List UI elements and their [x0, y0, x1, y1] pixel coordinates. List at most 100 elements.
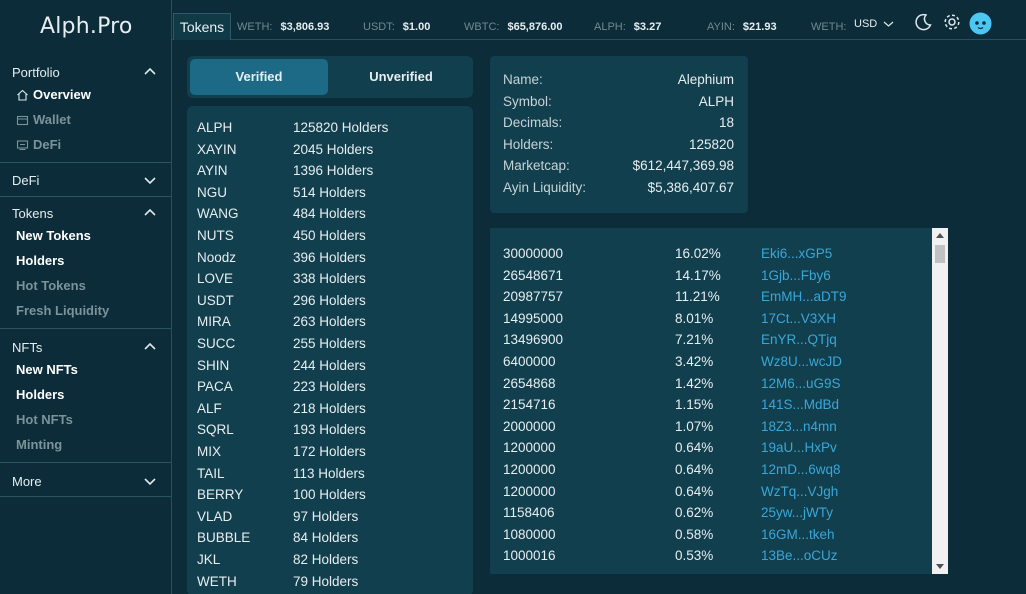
chevron-down-icon — [144, 478, 156, 486]
sidebar-item-hot-tokens[interactable]: Hot Tokens — [0, 273, 171, 298]
token-symbol: SHIN — [197, 357, 230, 373]
holder-address-link[interactable]: 141S...MdBd — [761, 397, 839, 412]
info-key: Marketcap: — [503, 158, 570, 174]
sidebar-item-minting[interactable]: Minting — [0, 432, 171, 457]
token-row[interactable]: MIX 172 Holders — [197, 444, 366, 465]
avatar[interactable] — [969, 12, 992, 35]
sidebar-item-new-tokens[interactable]: New Tokens — [0, 223, 171, 248]
sidebar-item-token-holders[interactable]: Holders — [0, 248, 171, 273]
sidebar: Alph.Pro Portfolio Overview Wallet DeFi … — [0, 0, 172, 594]
token-holders: 2045 Holders — [293, 141, 374, 157]
holder-address-link[interactable]: 16GM...tkeh — [761, 527, 835, 542]
token-row[interactable]: NGU 514 Holders — [197, 185, 366, 206]
ticker-price: $1.00 — [402, 21, 431, 33]
holder-percent: 14.17% — [675, 267, 721, 283]
info-key: Symbol: — [503, 93, 552, 109]
token-row[interactable]: PACA 223 Holders — [197, 379, 366, 400]
holder-address-link[interactable]: Wz8U...wcJD — [761, 354, 842, 369]
info-key: Decimals: — [503, 115, 563, 131]
sidebar-item-defi[interactable]: DeFi — [0, 132, 171, 157]
sidebar-more-header[interactable]: More — [0, 471, 171, 491]
holder-address-link[interactable]: 17Ct...V3XH — [761, 311, 836, 326]
unverified-button[interactable]: Unverified — [332, 59, 470, 95]
info-row-decimals: Decimals: 18 — [503, 115, 734, 135]
holder-address-link[interactable]: 1Gjb...Fby6 — [761, 268, 831, 283]
token-holders: 218 Holders — [293, 400, 366, 416]
token-row[interactable]: SHIN 244 Holders — [197, 358, 366, 379]
token-row[interactable]: USDT 296 Holders — [197, 293, 366, 314]
scroll-up-arrow-icon[interactable] — [936, 233, 944, 238]
sidebar-item-wallet[interactable]: Wallet — [0, 107, 171, 132]
sidebar-item-new-nfts[interactable]: New NFTs — [0, 357, 171, 382]
token-row[interactable]: LOVE 338 Holders — [197, 271, 366, 292]
holder-amount: 2000000 — [503, 418, 556, 434]
token-row[interactable]: MIRA 263 Holders — [197, 314, 366, 335]
holder-address-link[interactable]: WzTq...VJgh — [761, 484, 838, 499]
sidebar-item-hot-nfts[interactable]: Hot NFTs — [0, 407, 171, 432]
token-row[interactable]: AYIN 1396 Holders — [197, 163, 373, 184]
token-row[interactable]: ALPH 125820 Holders — [197, 120, 388, 141]
table-row: 1080000 0.58% 16GM...tkeh — [503, 527, 933, 547]
table-row: 20987757 11.21% EmMH...aDT9 — [503, 289, 933, 309]
chevron-up-icon — [144, 67, 156, 75]
holder-address-link[interactable]: 12mD...6wq8 — [761, 462, 841, 477]
holder-address-link[interactable]: 13Be...oCUz — [761, 548, 838, 563]
token-holders: 338 Holders — [293, 271, 366, 287]
sidebar-nfts-header[interactable]: NFTs — [0, 337, 171, 357]
holder-amount: 14995000 — [503, 310, 564, 326]
divider — [0, 462, 171, 463]
sidebar-item-fresh-liquidity[interactable]: Fresh Liquidity — [0, 298, 171, 323]
holder-address-link[interactable]: Eki6...xGP5 — [761, 246, 832, 261]
token-symbol: SQRL — [197, 422, 234, 438]
token-row[interactable]: BERRY 100 Holders — [197, 487, 366, 508]
holder-address-link[interactable]: 19aU...HxPv — [761, 440, 837, 455]
token-info-panel: Name: Alephium Symbol: ALPH Decimals: 18 Ho… — [490, 56, 748, 213]
token-holders: 125820 Holders — [293, 120, 389, 135]
token-symbol: WANG — [197, 206, 239, 222]
token-symbol: ALPH — [197, 120, 233, 135]
token-row[interactable]: BUBBLE 84 Holders — [197, 530, 358, 551]
token-row[interactable]: Noodz 396 Holders — [197, 250, 366, 271]
holder-address-link[interactable]: 25yw...jWTy — [761, 505, 833, 520]
holders-scrollbar[interactable] — [932, 228, 948, 574]
holder-address-link[interactable]: EmMH...aDT9 — [761, 289, 847, 304]
holder-address-link[interactable]: 18Z3...n4mn — [761, 419, 837, 434]
holder-address-link[interactable]: EnYR...QTjq — [761, 332, 837, 347]
table-row: 1158406 0.62% 25yw...jWTy — [503, 505, 933, 525]
scroll-down-arrow-icon[interactable] — [936, 564, 944, 569]
token-row[interactable]: WANG 484 Holders — [197, 206, 366, 227]
scrollbar-thumb[interactable] — [935, 245, 945, 263]
token-row[interactable]: SUCC 255 Holders — [197, 336, 366, 357]
holder-address-link[interactable]: 12M6...uG9S — [761, 376, 841, 391]
sidebar-tokens-header[interactable]: Tokens — [0, 203, 171, 223]
token-row[interactable]: TAIL 113 Holders — [197, 466, 365, 487]
wallet-icon — [16, 115, 29, 125]
token-holders: 97 Holders — [293, 508, 359, 524]
token-row[interactable]: NUTS 450 Holders — [197, 228, 366, 249]
info-value: 125820 — [688, 136, 734, 152]
sidebar-section-tokens: Tokens New Tokens Holders Hot Tokens Fre… — [0, 203, 171, 323]
moon-icon[interactable] — [913, 12, 933, 32]
divider — [0, 196, 171, 197]
token-row[interactable]: VLAD 97 Holders — [197, 509, 358, 530]
brand-logo[interactable]: Alph.Pro — [40, 14, 133, 39]
token-row[interactable]: SQRL 193 Holders — [197, 422, 366, 443]
sidebar-defi-header[interactable]: DeFi — [0, 170, 171, 190]
token-holders: 450 Holders — [293, 228, 366, 243]
token-symbol: BERRY — [197, 487, 244, 503]
sidebar-item-overview[interactable]: Overview — [0, 82, 171, 107]
token-row[interactable]: ALF 218 Holders — [197, 401, 366, 422]
sidebar-item-nft-holders[interactable]: Holders — [0, 382, 171, 407]
holders-table: 30000000 16.02% Eki6...xGP5 26548671 14.17%… — [490, 228, 948, 574]
currency-select[interactable]: USD — [854, 18, 894, 30]
tab-tokens[interactable]: Tokens — [173, 13, 231, 40]
verified-button[interactable]: Verified — [190, 59, 328, 95]
sidebar-portfolio-header[interactable]: Portfolio — [0, 62, 171, 82]
token-row[interactable]: WETH 79 Holders — [197, 574, 358, 594]
sidebar-portfolio-label: Portfolio — [12, 64, 60, 80]
gear-icon[interactable] — [942, 12, 962, 32]
token-symbol: LOVE — [197, 271, 234, 287]
token-row[interactable]: XAYIN 2045 Holders — [197, 142, 373, 163]
token-list: ALPH 125820 Holders XAYIN 2045 Holders AYI… — [187, 106, 473, 594]
token-row[interactable]: JKL 82 Holders — [197, 552, 358, 573]
